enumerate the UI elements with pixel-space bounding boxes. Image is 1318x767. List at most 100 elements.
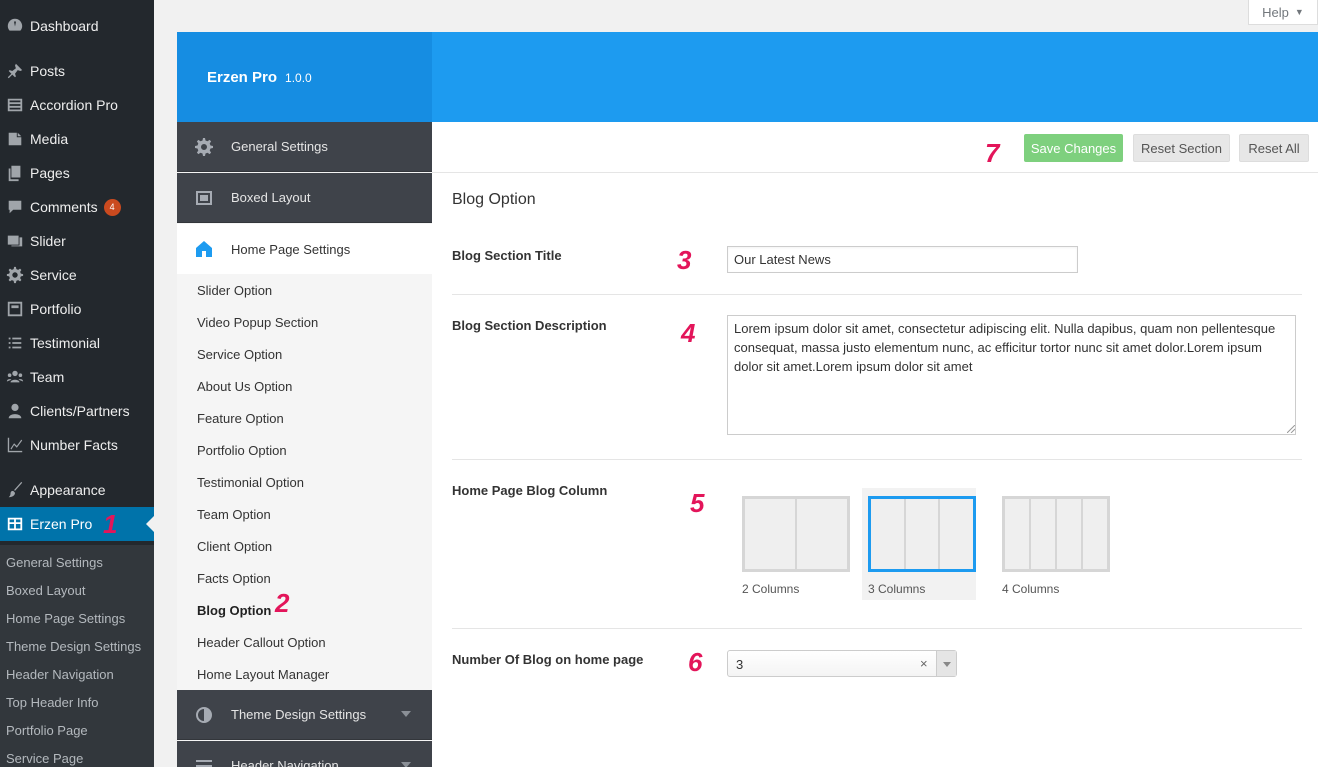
two-column-layout-icon [742, 496, 850, 572]
pages-icon [0, 164, 30, 182]
wp-menu-clients-partners[interactable]: Clients/Partners [0, 394, 154, 428]
wp-submenu-item[interactable]: Home Page Settings [6, 607, 125, 629]
wp-submenu-item[interactable]: Top Header Info [6, 691, 99, 713]
field-divider [452, 459, 1302, 460]
box-icon [177, 188, 231, 208]
wp-menu-label: Testimonial [30, 335, 101, 351]
wp-menu-posts[interactable]: Posts [0, 54, 154, 88]
annotation-marker: 5 [690, 488, 705, 518]
annotation-marker: 7 [985, 138, 1000, 168]
wp-submenu-item[interactable]: Portfolio Page [6, 719, 88, 741]
subsection-link[interactable]: Client Option [197, 536, 272, 556]
layout-option-label: 4 Columns [1002, 582, 1060, 596]
dashboard-icon [0, 17, 30, 35]
erzen-icon [0, 515, 30, 533]
clear-selection-icon[interactable]: × [920, 656, 928, 671]
wp-menu-label: Portfolio [30, 301, 82, 317]
brush-icon [0, 481, 30, 499]
chart-icon [0, 436, 30, 454]
subsection-link[interactable]: Team Option [197, 504, 271, 524]
subsection-link-active[interactable]: Blog Option [197, 600, 271, 620]
subsection-link[interactable]: Slider Option [197, 280, 272, 300]
layout-option-3-columns[interactable]: 3 Columns [862, 488, 976, 600]
wp-menu-service[interactable]: Service [0, 258, 154, 292]
gear-icon [177, 137, 231, 157]
wp-menu-comments[interactable]: Comments 4 [0, 190, 154, 224]
home-icon [177, 239, 231, 259]
section-theme-design-settings[interactable]: Theme Design Settings [177, 690, 432, 740]
subsection-link[interactable]: Portfolio Option [197, 440, 287, 460]
wp-admin-menu: Dashboard Posts Accordion Pro Media Page… [0, 0, 154, 767]
wp-menu-team[interactable]: Team [0, 360, 154, 394]
wp-menu-appearance[interactable]: Appearance [0, 473, 154, 507]
wp-menu-label: Number Facts [30, 437, 118, 453]
section-boxed-layout[interactable]: Boxed Layout [177, 173, 432, 223]
field-divider [452, 294, 1302, 295]
dropdown-arrow-icon[interactable] [936, 651, 956, 676]
reset-section-button[interactable]: Reset Section [1133, 134, 1230, 162]
subsection-link[interactable]: Video Popup Section [197, 312, 318, 332]
wp-submenu: General Settings Boxed Layout Home Page … [0, 545, 154, 767]
wp-menu-number-facts[interactable]: Number Facts [0, 428, 154, 462]
blog-count-select[interactable]: 3 × [727, 650, 957, 677]
section-label: General Settings [231, 139, 328, 154]
section-label: Header Navigation [231, 758, 339, 767]
options-toolbar: 7 Save Changes Reset Section Reset All [432, 122, 1318, 173]
section-general-settings[interactable]: General Settings [177, 122, 432, 172]
wp-menu-accordion-pro[interactable]: Accordion Pro [0, 88, 154, 122]
wp-menu-portfolio[interactable]: Portfolio [0, 292, 154, 326]
wp-menu-label: Posts [30, 63, 66, 79]
options-panel-header: Erzen Pro 1.0.0 [177, 32, 1318, 122]
wp-menu-testimonial[interactable]: Testimonial [0, 326, 154, 360]
three-column-layout-icon [868, 496, 976, 572]
wp-menu-label: Slider [30, 233, 66, 249]
wp-menu-label: Accordion Pro [30, 97, 118, 113]
wp-menu-label: Media [30, 131, 69, 147]
section-heading: Blog Option [452, 191, 536, 208]
wp-menu-dashboard[interactable]: Dashboard [0, 9, 154, 43]
person-icon [0, 402, 30, 420]
annotation-marker: 3 [677, 245, 692, 275]
wp-submenu-item[interactable]: Theme Design Settings [6, 635, 141, 657]
resize-grip-icon[interactable] [1287, 425, 1295, 433]
subsection-link[interactable]: About Us Option [197, 376, 292, 396]
annotation-marker: 6 [688, 647, 703, 677]
wp-menu-label: Dashboard [30, 18, 99, 34]
panel-version: 1.0.0 [285, 71, 312, 85]
layout-option-4-columns[interactable]: 4 Columns [996, 488, 1110, 600]
annotation-marker: 2 [275, 588, 290, 618]
subsection-link[interactable]: Service Option [197, 344, 282, 364]
section-home-page-settings[interactable]: Home Page Settings [177, 224, 432, 274]
wp-menu-label: Pages [30, 165, 70, 181]
annotation-marker: 4 [681, 318, 696, 348]
subsection-link[interactable]: Testimonial Option [197, 472, 304, 492]
help-tab[interactable]: Help ▼ [1248, 0, 1318, 25]
wp-submenu-item[interactable]: Boxed Layout [6, 579, 86, 601]
subsection-link[interactable]: Header Callout Option [197, 632, 326, 652]
wp-menu-label: Erzen Pro [30, 516, 93, 532]
section-header-navigation[interactable]: Header Navigation [177, 741, 432, 767]
subsection-link[interactable]: Feature Option [197, 408, 284, 428]
blog-column-label: Home Page Blog Column [452, 483, 608, 498]
section-label: Theme Design Settings [231, 707, 367, 722]
media-icon [0, 130, 30, 148]
wp-menu-erzen-pro[interactable]: Erzen Pro [0, 507, 154, 541]
reset-all-button[interactable]: Reset All [1239, 134, 1309, 162]
wp-submenu-item[interactable]: General Settings [6, 551, 103, 573]
section-label: Home Page Settings [231, 241, 351, 257]
wp-submenu-item[interactable]: Header Navigation [6, 663, 114, 685]
annotation-marker: 1 [103, 509, 118, 539]
layout-option-2-columns[interactable]: 2 Columns [736, 488, 850, 600]
wp-menu-slider[interactable]: Slider [0, 224, 154, 258]
wp-menu-pages[interactable]: Pages [0, 156, 154, 190]
portfolio-icon [0, 300, 30, 318]
blog-description-textarea[interactable]: Lorem ipsum dolor sit amet, consectetur … [727, 315, 1296, 435]
slider-icon [0, 232, 30, 250]
subsection-link[interactable]: Facts Option [197, 568, 271, 588]
section-label: Boxed Layout [231, 190, 311, 205]
wp-submenu-item[interactable]: Service Page [6, 747, 83, 767]
save-changes-button[interactable]: Save Changes [1024, 134, 1123, 162]
blog-title-input[interactable] [727, 246, 1078, 273]
subsection-link[interactable]: Home Layout Manager [197, 664, 329, 684]
wp-menu-media[interactable]: Media [0, 122, 154, 156]
